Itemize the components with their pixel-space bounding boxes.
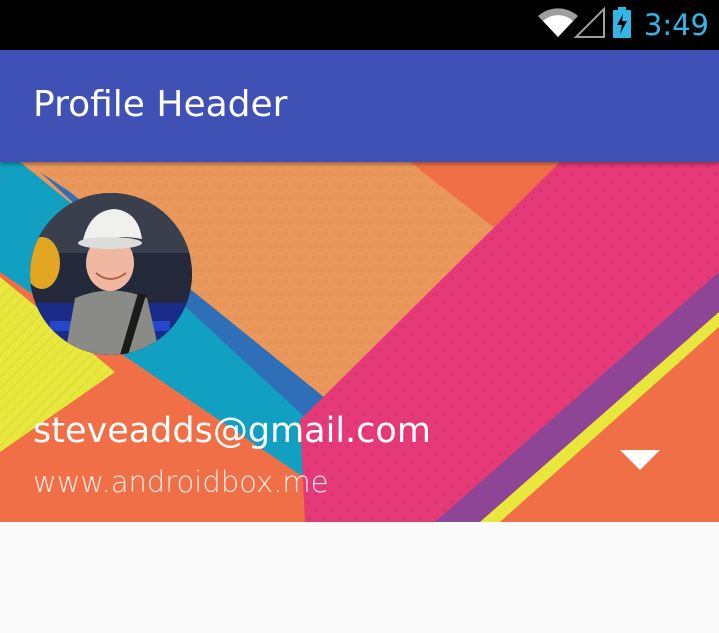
profile-photo [30, 193, 192, 355]
profile-email: steveadds@gmail.com [33, 411, 431, 451]
avatar[interactable] [30, 193, 192, 355]
content-area [0, 522, 719, 633]
signal-icon [573, 6, 606, 43]
profile-website: www.androidbox.me [33, 465, 329, 499]
status-icons: 3:49 [537, 0, 709, 50]
wifi-icon [537, 8, 578, 42]
account-dropdown-button[interactable] [610, 442, 670, 482]
status-time: 3:49 [643, 8, 709, 42]
arrow-drop-down-icon [620, 450, 660, 474]
page-title: Profile Header [33, 84, 288, 125]
battery-charging-icon [612, 7, 632, 43]
app-bar: Profile Header [0, 50, 719, 162]
status-bar: 3:49 [0, 0, 719, 50]
profile-header: steveadds@gmail.com www.androidbox.me [0, 162, 719, 522]
